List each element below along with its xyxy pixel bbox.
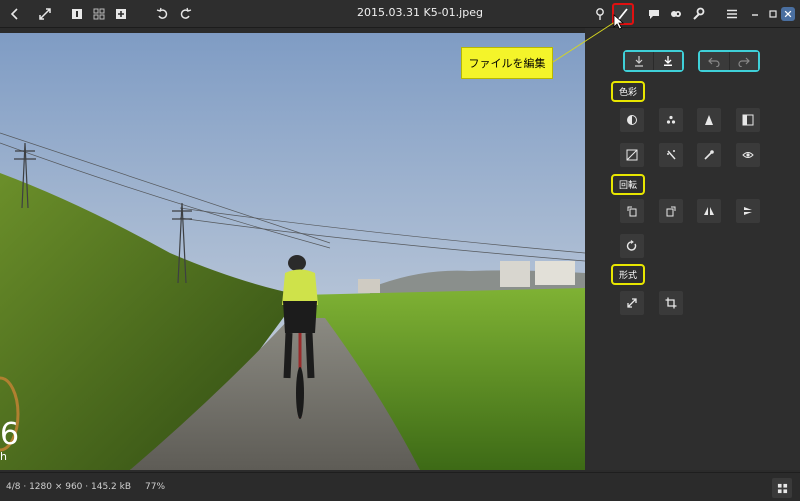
crop-icon[interactable] [659, 291, 683, 315]
fullscreen-icon[interactable] [34, 3, 56, 25]
tools-icon[interactable] [687, 3, 709, 25]
rotate-left-icon[interactable] [620, 199, 644, 223]
add-icon[interactable] [110, 3, 132, 25]
save-as-icon[interactable] [653, 52, 682, 70]
status-bar: 4/8 · 1280 × 960 · 145.2 kB 77% [0, 472, 800, 501]
section-label-format: 形式 [611, 264, 646, 285]
undo-edit-icon[interactable] [700, 52, 729, 70]
edit-file-callout: ファイルを編集 [461, 47, 553, 79]
section-label-rotate: 回転 [611, 174, 646, 195]
close-icon[interactable] [781, 7, 795, 21]
redo-icon[interactable] [174, 3, 196, 25]
tags-icon[interactable] [665, 3, 687, 25]
undo-icon[interactable] [152, 3, 174, 25]
single-view-icon[interactable] [66, 3, 88, 25]
mouse-cursor-icon [613, 14, 625, 30]
thumbnail-grid-icon[interactable] [772, 478, 792, 498]
color-balance-icon[interactable] [659, 108, 683, 132]
rotate-free-icon[interactable] [620, 234, 644, 258]
zoom-level[interactable]: 77% [145, 482, 165, 492]
rotate-right-icon[interactable] [659, 199, 683, 223]
section-label-color: 色彩 [611, 81, 646, 102]
speed-overlay-unit: h [0, 450, 7, 463]
flip-horizontal-icon[interactable] [697, 199, 721, 223]
flip-vertical-icon[interactable] [736, 199, 760, 223]
history-group [698, 50, 760, 72]
gradient-icon[interactable] [736, 108, 760, 132]
red-eye-icon[interactable] [736, 143, 760, 167]
contrast-icon[interactable] [620, 108, 644, 132]
image-info: 4/8 · 1280 × 960 · 145.2 kB [6, 482, 132, 492]
edit-panel: 色彩 回転 形式 [585, 28, 800, 470]
photo-cyclist [0, 33, 585, 470]
comment-icon[interactable] [643, 3, 665, 25]
eyedropper-icon[interactable] [697, 143, 721, 167]
grid-view-icon[interactable] [88, 3, 110, 25]
auto-enhance-icon[interactable] [659, 143, 683, 167]
curves-icon[interactable] [620, 143, 644, 167]
back-icon[interactable] [4, 3, 26, 25]
image-viewer[interactable] [0, 33, 585, 470]
location-icon[interactable] [589, 3, 611, 25]
levels-icon[interactable] [697, 108, 721, 132]
redo-edit-icon[interactable] [728, 52, 758, 70]
save-group [623, 50, 684, 72]
window-title: 2015.03.31 K5-01.jpeg [357, 6, 483, 19]
resize-icon[interactable] [620, 291, 644, 315]
save-icon[interactable] [625, 52, 653, 70]
speed-overlay-value: 6 [0, 417, 20, 452]
top-toolbar: 2015.03.31 K5-01.jpeg [0, 0, 800, 28]
menu-icon[interactable] [721, 3, 743, 25]
